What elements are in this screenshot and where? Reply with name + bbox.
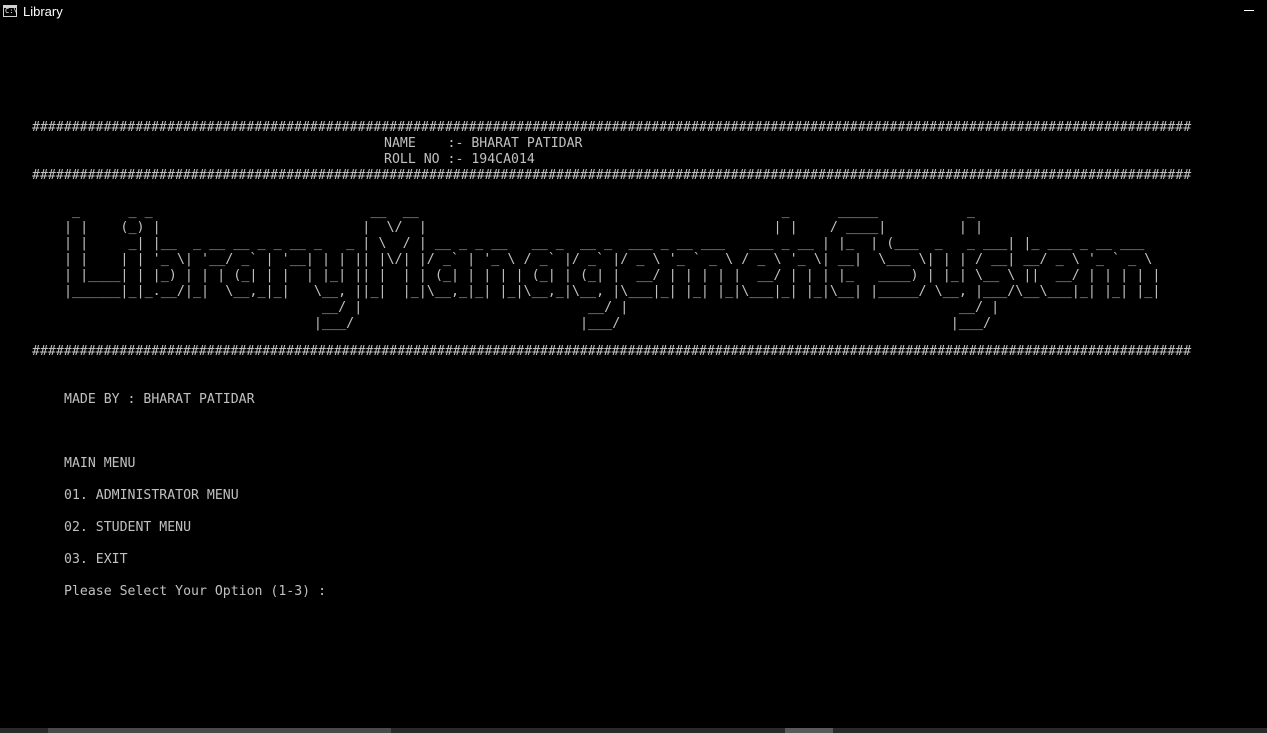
made-by-line: MADE BY : BHARAT PATIDAR — [64, 392, 255, 407]
taskbar-strip — [0, 728, 1267, 733]
taskbar-segment — [785, 728, 833, 733]
hash-rule-middle: ########################################… — [32, 168, 1192, 183]
console-output: ########################################… — [0, 24, 1267, 728]
icon-glyph: C:\ — [5, 7, 18, 15]
window-title: Library — [23, 4, 63, 19]
hash-rule-top: ########################################… — [32, 120, 1192, 135]
console-app-icon[interactable]: C:\ — [3, 5, 18, 17]
student-name-line: NAME :- BHARAT PATIDAR — [384, 136, 583, 151]
hash-rule-bottom: ########################################… — [32, 344, 1192, 359]
menu-item-exit: 03. EXIT — [64, 552, 128, 567]
minimize-button[interactable] — [1240, 2, 1258, 18]
taskbar-segment — [48, 728, 391, 733]
roll-number-line: ROLL NO :- 194CA014 — [384, 152, 535, 167]
title-bar: C:\ Library — [0, 0, 1267, 24]
menu-item-student: 02. STUDENT MENU — [64, 520, 192, 535]
ascii-banner-library-management-system: _ _ _ __ __ _ _____ _ | | (_) | | \/ | |… — [64, 204, 1161, 331]
main-menu-title: MAIN MENU — [64, 456, 136, 471]
minimize-icon — [1244, 10, 1254, 11]
option-prompt-input[interactable]: Please Select Your Option (1-3) : — [64, 584, 334, 600]
menu-item-administrator: 01. ADMINISTRATOR MENU — [64, 488, 239, 503]
